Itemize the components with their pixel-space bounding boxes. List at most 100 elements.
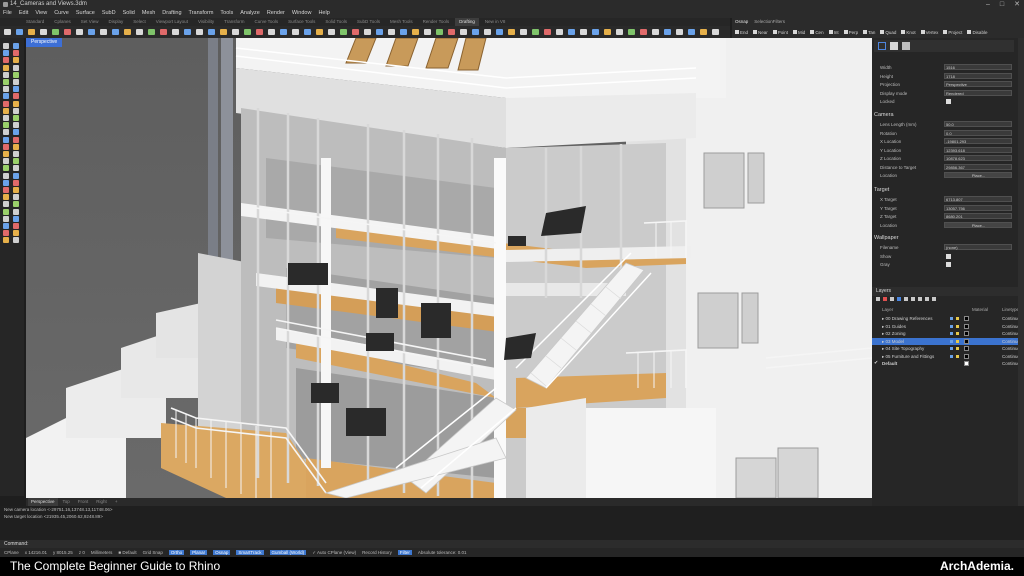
menu-curve[interactable]: Curve xyxy=(54,9,69,18)
toolbar-tool-icon[interactable] xyxy=(208,29,215,35)
toolbar-tool-icon[interactable] xyxy=(592,29,599,35)
toolbar-tool-icon[interactable] xyxy=(436,29,443,35)
checkbox-icon[interactable] xyxy=(772,30,777,34)
left-tool-icon[interactable] xyxy=(13,64,19,71)
menu-transform[interactable]: Transform xyxy=(189,9,214,18)
toolbar-tool-icon[interactable] xyxy=(160,29,167,35)
left-tool-icon[interactable] xyxy=(3,129,9,136)
command-prompt[interactable]: Command: xyxy=(0,541,28,547)
toolbar-tool-icon[interactable] xyxy=(376,29,383,35)
left-tool-icon[interactable] xyxy=(13,100,19,107)
toolbar-tool-icon[interactable] xyxy=(568,29,575,35)
property-value[interactable]: -19801.293 xyxy=(944,138,1012,144)
left-tool-icon[interactable] xyxy=(13,115,19,121)
left-tool-icon[interactable] xyxy=(3,93,9,100)
left-tool-icon[interactable] xyxy=(3,79,9,85)
toolbar-tool-icon[interactable] xyxy=(712,29,719,35)
left-tool-icon[interactable] xyxy=(13,187,19,193)
left-tool-icon[interactable] xyxy=(3,165,9,172)
viewport-tab[interactable]: Top xyxy=(60,498,73,506)
material-icon[interactable] xyxy=(902,42,910,50)
toolbar-tab[interactable]: Visibility xyxy=(194,18,218,26)
property-value[interactable]: 29856.367 xyxy=(944,163,1012,170)
layer-color-swatch[interactable] xyxy=(964,323,969,329)
toolbar-tool-icon[interactable] xyxy=(28,29,35,35)
property-checkbox[interactable] xyxy=(946,253,951,259)
left-tool-icon[interactable] xyxy=(3,86,9,93)
toolbar-tool-icon[interactable] xyxy=(16,29,23,35)
checkbox-icon[interactable] xyxy=(901,30,906,34)
left-tool-icon[interactable] xyxy=(13,136,19,143)
status-item[interactable]: Osnap xyxy=(213,550,231,555)
lock-icon[interactable] xyxy=(956,332,959,335)
osnap-option[interactable]: Cen xyxy=(810,30,824,35)
toolbar-tab[interactable]: Surface Tools xyxy=(284,18,319,26)
left-tool-icon[interactable] xyxy=(13,179,19,186)
menu-help[interactable]: Help xyxy=(318,9,329,18)
perspective-viewport[interactable] xyxy=(26,38,872,498)
layer-row[interactable]: ▸ 05 Furniture and Fittings Continuous xyxy=(872,353,1024,360)
menu-tools[interactable]: Tools xyxy=(220,9,233,18)
toolbar-tool-icon[interactable] xyxy=(184,29,191,35)
toolbar-tool-icon[interactable] xyxy=(652,29,659,35)
osnap-option[interactable]: Knot xyxy=(901,30,916,35)
menu-edit[interactable]: Edit xyxy=(19,9,28,18)
visibility-bulb-icon[interactable] xyxy=(950,332,953,335)
toolbar-tool-icon[interactable] xyxy=(244,29,251,35)
toolbar-tool-icon[interactable] xyxy=(112,29,119,35)
layers-col-linetype[interactable]: Linetype xyxy=(1002,307,1019,312)
left-tool-icon[interactable] xyxy=(3,122,9,129)
left-tool-icon[interactable] xyxy=(3,43,9,49)
toolbar-tab[interactable]: Display xyxy=(104,18,127,26)
status-item[interactable]: Gumball (World) xyxy=(269,550,307,555)
toolbar-tab[interactable]: Mesh Tools xyxy=(386,18,417,26)
left-tool-icon[interactable] xyxy=(13,86,19,93)
toolbar-tool-icon[interactable] xyxy=(640,29,647,35)
left-tool-icon[interactable] xyxy=(3,100,9,107)
maximize-icon[interactable]: □ xyxy=(1000,0,1004,9)
viewport-properties-icon[interactable] xyxy=(878,42,886,50)
minimize-icon[interactable]: – xyxy=(986,0,990,9)
checkbox-icon[interactable] xyxy=(967,30,972,34)
checkbox-icon[interactable] xyxy=(920,30,925,34)
command-line[interactable]: Command: xyxy=(0,540,1024,548)
lock-icon[interactable] xyxy=(956,339,959,343)
toolbar-tool-icon[interactable] xyxy=(676,29,683,35)
osnap-option[interactable]: Quad xyxy=(880,30,896,35)
lock-icon[interactable] xyxy=(956,347,959,350)
toolbar-tool-icon[interactable] xyxy=(616,29,623,35)
checkbox-icon[interactable] xyxy=(753,30,758,34)
toolbar-tool-icon[interactable] xyxy=(664,29,671,35)
checkbox-icon[interactable] xyxy=(943,30,948,34)
object-properties-icon[interactable] xyxy=(890,42,898,50)
left-tool-icon[interactable] xyxy=(13,143,19,150)
toolbar-tool-icon[interactable] xyxy=(544,29,551,35)
toolbar-tool-icon[interactable] xyxy=(520,29,527,35)
toolbar-tool-icon[interactable] xyxy=(64,29,71,35)
layer-row[interactable]: ▸ 00 Drawing References Continuous xyxy=(872,315,1024,322)
toolbar-tool-icon[interactable] xyxy=(364,29,371,35)
left-tool-icon[interactable] xyxy=(3,172,9,179)
left-tool-icon[interactable] xyxy=(13,158,19,165)
osnap-option[interactable]: Mid xyxy=(793,30,805,35)
left-tool-icon[interactable] xyxy=(3,50,9,57)
toolbar-tool-icon[interactable] xyxy=(304,29,311,35)
toolbar-tool-icon[interactable] xyxy=(628,29,635,35)
toolbar-tool-icon[interactable] xyxy=(604,29,611,35)
menu-solid[interactable]: Solid xyxy=(123,9,135,18)
checkbox-icon[interactable] xyxy=(735,30,739,34)
layer-color-swatch[interactable] xyxy=(964,361,969,366)
toolbar-tool-icon[interactable] xyxy=(232,29,239,35)
left-tool-icon[interactable] xyxy=(13,172,19,179)
layer-color-swatch[interactable] xyxy=(964,346,969,351)
toolbar-tab[interactable]: Curve Tools xyxy=(250,18,282,26)
osnap-option[interactable]: Disable xyxy=(967,30,987,35)
toolbar-tool-icon[interactable] xyxy=(124,29,131,35)
toolbar-tool-icon[interactable] xyxy=(220,29,227,35)
property-value[interactable]: 10878.623 xyxy=(944,155,1012,161)
property-value[interactable]: 6713.807 xyxy=(944,196,1012,202)
layer-row[interactable]: ▸ 03 Model Continuous xyxy=(872,337,1024,345)
property-value[interactable]: (none) xyxy=(944,244,1012,250)
toolbar-tool-icon[interactable] xyxy=(532,29,539,35)
left-tool-icon[interactable] xyxy=(13,50,19,57)
